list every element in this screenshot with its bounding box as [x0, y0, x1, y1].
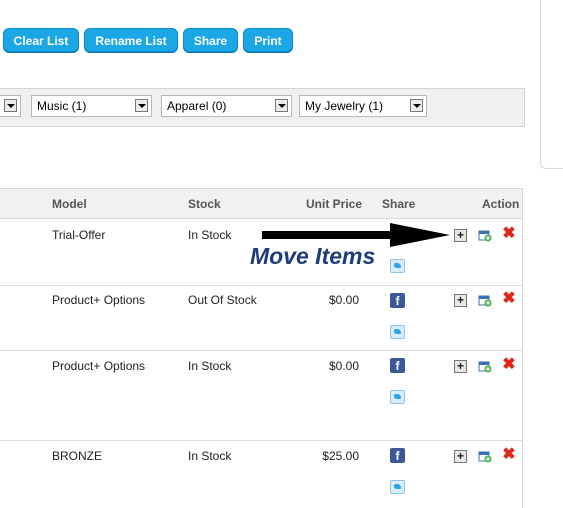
- stock-cell: In Stock: [188, 449, 232, 463]
- header-stock: Stock: [188, 197, 221, 211]
- twitter-icon[interactable]: [390, 325, 405, 339]
- model-cell: BRONZE: [52, 449, 103, 463]
- stock-cell: In Stock: [188, 228, 232, 242]
- calendar-add-icon[interactable]: [478, 359, 492, 373]
- delete-icon[interactable]: ✖: [502, 291, 516, 307]
- list-select-my-jewelry[interactable]: My Jewelry (1): [299, 95, 427, 117]
- twitter-icon[interactable]: [390, 259, 405, 273]
- price-cell: $0.00: [328, 359, 359, 373]
- share-button[interactable]: Share: [183, 28, 238, 52]
- list-filter-bar: Music (1) Apparel (0) My Jewelry (1): [0, 88, 525, 127]
- facebook-icon[interactable]: f: [390, 293, 405, 308]
- model-cell: Product+ Options: [52, 359, 146, 373]
- move-icon[interactable]: +: [454, 360, 467, 373]
- stock-cell: In Stock: [188, 359, 232, 373]
- print-button[interactable]: Print: [243, 28, 293, 52]
- delete-icon[interactable]: ✖: [502, 357, 516, 373]
- chevron-down-icon: [275, 99, 288, 112]
- move-icon[interactable]: +: [454, 294, 467, 307]
- calendar-add-icon[interactable]: [478, 293, 492, 307]
- facebook-icon[interactable]: f: [390, 448, 405, 463]
- calendar-add-icon[interactable]: [478, 449, 492, 463]
- list-select-music[interactable]: Music (1): [31, 95, 152, 117]
- row-divider: [0, 440, 522, 441]
- clear-list-button[interactable]: Clear List: [3, 28, 79, 52]
- chevron-down-icon: [410, 99, 423, 112]
- twitter-icon[interactable]: [390, 480, 405, 494]
- rename-list-button[interactable]: Rename List: [84, 28, 178, 52]
- price-cell: $0.00: [328, 293, 359, 307]
- price-cell: $25.00: [322, 449, 359, 463]
- table-header: Model Stock Unit Price Share Action: [0, 189, 522, 219]
- list-select-apparel[interactable]: Apparel (0): [161, 95, 292, 117]
- row-divider: [0, 350, 522, 351]
- header-share: Share: [382, 197, 416, 211]
- row-divider: [0, 285, 522, 286]
- facebook-icon[interactable]: f: [390, 358, 405, 373]
- move-icon[interactable]: +: [454, 450, 467, 463]
- header-unit-price: Unit Price: [306, 197, 363, 211]
- list-select-partial[interactable]: [0, 95, 21, 117]
- header-model: Model: [52, 197, 87, 211]
- calendar-add-icon[interactable]: [478, 228, 492, 242]
- model-cell: Product+ Options: [52, 293, 146, 307]
- chevron-down-icon: [135, 99, 148, 112]
- header-action: Action: [482, 197, 520, 211]
- chevron-down-icon: [4, 99, 17, 112]
- move-icon[interactable]: +: [454, 229, 467, 242]
- side-panel: [540, 0, 563, 169]
- stock-cell: Out Of Stock: [188, 293, 257, 307]
- annotation-label: Move Items: [250, 243, 376, 269]
- twitter-icon[interactable]: [390, 390, 405, 404]
- delete-icon[interactable]: ✖: [502, 226, 516, 242]
- model-cell: Trial-Offer: [52, 228, 106, 242]
- delete-icon[interactable]: ✖: [502, 447, 516, 463]
